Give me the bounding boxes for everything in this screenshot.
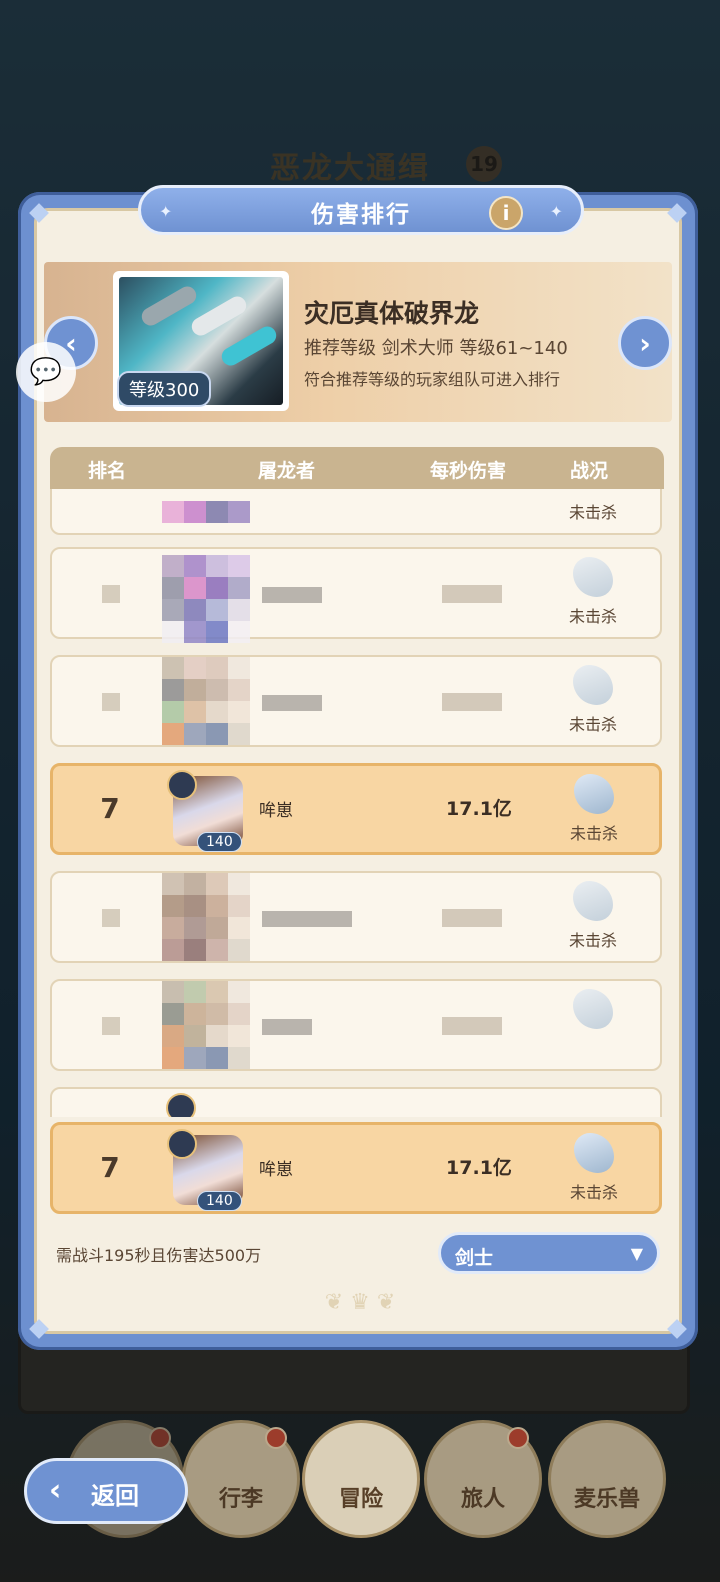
blurred-dps: [442, 693, 502, 711]
player-name: 哞崽: [259, 801, 293, 821]
dragon-icon: [573, 665, 613, 705]
blurred-rank: [102, 585, 120, 603]
rank-number: 7: [100, 1151, 120, 1184]
status-cell: 未击杀: [548, 665, 638, 735]
status-cell: 未击杀: [548, 489, 638, 523]
table-row[interactable]: 未击杀: [50, 871, 662, 963]
blurred-avatar: [162, 873, 250, 961]
blurred-name: [262, 911, 352, 927]
status-text: 未击杀: [569, 824, 618, 843]
nav-label: 旅人: [460, 1487, 505, 1512]
player-avatar: [162, 1091, 250, 1117]
blurred-avatar: [162, 555, 250, 643]
star-icon: ✦: [549, 202, 563, 221]
header-rank: 排名: [88, 460, 127, 482]
status-text: 未击杀: [568, 931, 617, 950]
back-label: 返回: [91, 1482, 139, 1510]
avatar-level: 140: [197, 1191, 242, 1211]
ranking-table-header: 排名 屠龙者 每秒伤害 战况: [50, 447, 664, 489]
boss-recommendation: 推荐等级 剑术大师 等级61~140: [304, 338, 568, 359]
boss-name: 灾厄真体破界龙: [304, 299, 480, 328]
nav-label: 行李: [218, 1487, 263, 1512]
dragon-icon: [573, 881, 613, 921]
chat-button[interactable]: 💬: [16, 342, 76, 402]
chevron-left-icon: ‹: [49, 1473, 62, 1508]
dragon-icon: [573, 557, 613, 597]
nav-label: 冒险: [338, 1487, 383, 1512]
avatar-level: 140: [197, 832, 242, 852]
status-cell: 未击杀: [549, 1133, 639, 1203]
status-cell: 未击杀: [548, 557, 638, 627]
table-row[interactable]: 未击杀: [50, 489, 662, 535]
nav-item-bag[interactable]: 行李: [182, 1420, 300, 1538]
sword-class-icon: [167, 770, 197, 800]
blurred-rank: [102, 909, 120, 927]
table-row-self[interactable]: 7 140 哞崽 17.1亿 未击杀: [50, 763, 662, 855]
my-ranking-row[interactable]: 7 140 哞崽 17.1亿 未击杀: [50, 1122, 662, 1214]
notification-dot: [149, 1427, 171, 1449]
back-button[interactable]: ‹ 返回: [24, 1458, 188, 1524]
status-cell: 未击杀: [548, 881, 638, 951]
requirement-text: 需战斗195秒且伤害达500万: [56, 1246, 262, 1265]
status-text: 未击杀: [569, 1183, 618, 1202]
sword-class-icon: [166, 1093, 196, 1117]
table-row[interactable]: 未击杀: [50, 655, 662, 747]
table-row[interactable]: 未击杀: [50, 547, 662, 643]
chat-bubble-icon: 💬: [29, 357, 63, 387]
blurred-dps: [442, 909, 502, 927]
status-text: 未击杀: [568, 503, 617, 522]
boss-level-badge: 等级300: [117, 371, 212, 407]
status-cell: 未击杀: [549, 774, 639, 844]
player-avatar[interactable]: 140: [163, 768, 251, 854]
blurred-avatar: [162, 501, 250, 523]
blurred-rank: [102, 693, 120, 711]
header-status: 战况: [570, 460, 609, 482]
table-row[interactable]: [50, 979, 662, 1071]
header-dps: 每秒伤害: [430, 460, 507, 482]
rank-number: 7: [100, 792, 120, 825]
chevron-down-icon: ▼: [630, 1244, 643, 1263]
class-select-value: 剑士: [455, 1247, 494, 1269]
status-text: 未击杀: [568, 715, 617, 734]
status-cell: [548, 989, 638, 1035]
dragon-icon: [574, 774, 614, 814]
table-row[interactable]: [50, 1087, 662, 1117]
player-name: 哞崽: [259, 1160, 293, 1180]
status-text: 未击杀: [568, 607, 617, 626]
dragon-icon: [573, 989, 613, 1029]
blurred-avatar: [162, 657, 250, 745]
sword-class-icon: [167, 1129, 197, 1159]
nav-item-pets[interactable]: 麦乐兽: [548, 1420, 666, 1538]
nav-label: 麦乐兽: [573, 1487, 640, 1512]
modal-header: ✦ 伤害排行 i ✦: [138, 185, 584, 235]
header-player: 屠龙者: [258, 460, 316, 482]
ranking-list[interactable]: 未击杀 未击杀 未击杀 7 140 哞崽 17.1亿 未击杀 未击杀: [50, 489, 664, 1117]
boss-note: 符合推荐等级的玩家组队可进入排行: [304, 370, 561, 389]
player-dps: 17.1亿: [446, 1157, 512, 1179]
blurred-dps: [442, 1017, 502, 1035]
blurred-dps: [442, 585, 502, 603]
boss-portrait[interactable]: 等级300: [113, 271, 289, 411]
player-avatar[interactable]: 140: [163, 1127, 251, 1213]
info-icon[interactable]: i: [489, 196, 523, 230]
crown-ornament-icon: ❦ ♛ ❦: [324, 1290, 396, 1315]
blurred-avatar: [162, 981, 250, 1069]
player-dps: 17.1亿: [446, 798, 512, 820]
nav-item-adventure[interactable]: 冒险: [302, 1420, 420, 1538]
dragon-icon: [574, 1133, 614, 1173]
blurred-rank: [102, 1017, 120, 1035]
blurred-name: [262, 695, 322, 711]
notification-dot: [507, 1427, 529, 1449]
blurred-name: [262, 1019, 312, 1035]
class-select[interactable]: 剑士 ▼: [438, 1232, 660, 1274]
nav-item-travelers[interactable]: 旅人: [424, 1420, 542, 1538]
chevron-right-icon: ›: [639, 326, 651, 360]
notification-dot: [265, 1427, 287, 1449]
next-boss-button[interactable]: ›: [618, 316, 672, 370]
blurred-name: [262, 587, 322, 603]
